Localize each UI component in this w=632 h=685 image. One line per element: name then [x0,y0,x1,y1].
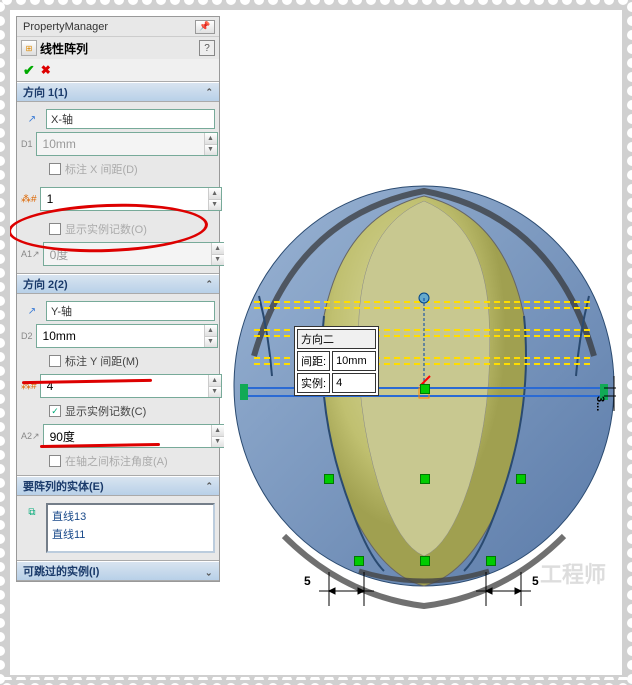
angle-2-icon: A2↗ [21,427,40,445]
direction-2-section: 方向 2(2) ⌃ ↗ D2 ▲▼ 标注 Y 间距(M) ⁂# [17,273,219,475]
reverse-direction-icon[interactable]: ↗ [21,110,43,128]
instance-marker[interactable] [324,474,334,484]
entities-section: 要阵列的实体(E) ⌃ ⧉ 直线13 直线11 [17,475,219,560]
direction-1-spacing-spinner[interactable]: ▲▼ [36,132,218,156]
dim-y-spacing-checkbox[interactable]: 标注 Y 间距(M) [21,351,215,371]
instance-marker[interactable] [354,556,364,566]
instance-marker[interactable] [516,474,526,484]
direction-1-section: 方向 1(1) ⌃ ↗ D1 ▲▼ 标注 X 间距(D) ⁂# [17,81,219,273]
direction-2-spacing-spinner[interactable]: ▲▼ [36,324,218,348]
dimension-value[interactable]: 5 [304,574,311,588]
3d-viewport[interactable]: 方向二 间距: 实例: 5 5 3... 工程师 [224,16,616,669]
spacing-d1-icon: D1 [21,135,33,153]
entities-header[interactable]: 要阵列的实体(E) ⌃ [17,476,219,496]
dimension-value[interactable]: 3... [594,396,606,411]
angle-between-axes-checkbox: 在轴之间标注角度(A) [21,451,215,471]
entity-item[interactable]: 直线13 [52,507,209,525]
instance-marker[interactable] [420,474,430,484]
callout-title: 方向二 [297,329,376,349]
callout-spacing-label: 间距: [297,351,330,371]
direction-1-axis-input[interactable] [46,109,215,129]
count-icon: ⁂# [21,190,37,208]
help-button[interactable]: ? [199,40,215,56]
spin-down[interactable]: ▼ [205,145,217,156]
callout-spacing-input[interactable] [336,355,372,367]
ok-cancel-bar: ✔ ✖ [17,59,219,81]
count-2-icon: ⁂# [21,377,37,395]
skip-header[interactable]: 可跳过的实例(I) ⌃ [17,561,219,581]
callout-count-input[interactable] [336,377,372,389]
spacing-d2-icon: D2 [21,327,33,345]
show-instances-2-checkbox[interactable]: 显示实例记数(C) [21,401,215,421]
entities-listbox[interactable]: 直线13 直线11 [46,503,215,553]
feature-title-row: ⊞ 线性阵列 ? [17,37,219,59]
linear-pattern-icon: ⊞ [21,40,37,56]
collapse-icon: ⌃ [205,481,213,492]
angle-1-icon: A1↗ [21,245,40,263]
spin-up[interactable]: ▲ [205,133,217,145]
instance-marker[interactable] [420,384,430,394]
cancel-button[interactable]: ✖ [41,63,51,77]
collapse-icon: ⌃ [205,87,213,98]
instance-marker[interactable] [420,556,430,566]
collapse-icon: ⌃ [205,279,213,290]
reverse-direction-2-icon[interactable]: ↗ [21,302,43,320]
pm-titlebar: PropertyManager 📌 [17,17,219,37]
show-instances-1-checkbox: 显示实例记数(O) [21,219,215,239]
feature-name: 线性阵列 [40,40,199,57]
property-manager-panel: PropertyManager 📌 ⊞ 线性阵列 ? ✔ ✖ 方向 1(1) ⌃… [16,16,220,582]
direction-2-count-spinner[interactable]: ▲▼ [40,374,222,398]
skip-instances-section: 可跳过的实例(I) ⌃ [17,560,219,581]
dimension-value[interactable]: 5 [532,574,539,588]
direction-2-angle-spinner[interactable]: ▲▼ [43,424,225,448]
direction-1-count-spinner[interactable]: ▲▼ [40,187,222,211]
direction-2-axis-input[interactable] [46,301,215,321]
entity-item[interactable]: 直线11 [52,525,209,543]
callout-count-label: 实例: [297,373,330,393]
expand-icon: ⌃ [205,566,213,577]
watermark: 工程师 [540,557,606,589]
pm-title: PropertyManager [21,21,193,33]
entities-icon: ⧉ [21,503,43,521]
pushpin-button[interactable]: 📌 [195,20,215,34]
direction-1-header[interactable]: 方向 1(1) ⌃ [17,82,219,102]
ok-button[interactable]: ✔ [23,62,35,79]
direction-2-callout[interactable]: 方向二 间距: 实例: [294,326,379,396]
direction-2-header[interactable]: 方向 2(2) ⌃ [17,274,219,294]
dim-x-spacing-checkbox: 标注 X 间距(D) [21,159,215,179]
instance-marker[interactable] [486,556,496,566]
direction-1-angle-spinner[interactable]: ▲▼ [43,242,225,266]
